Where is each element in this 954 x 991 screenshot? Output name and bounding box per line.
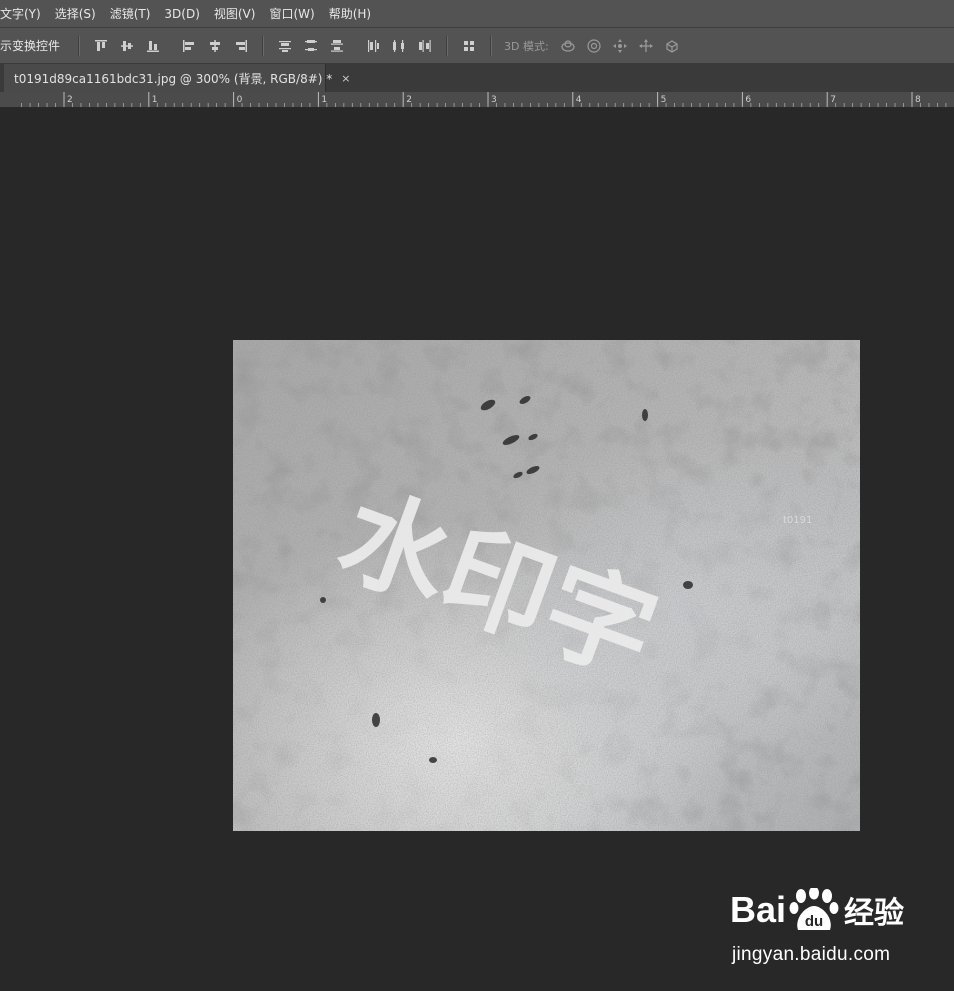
show-transform-controls-label[interactable]: 示变换控件 [0,37,60,54]
baidu-jingyan-text: 经验 [844,897,905,930]
baidu-paw-icon: du [789,888,839,930]
ruler-tick-label: 1 [152,95,158,105]
align-horizontal-centers-icon[interactable] [205,36,225,56]
align-bottom-edges-icon[interactable] [143,36,163,56]
document-image[interactable]: 水印字 t0191 [233,340,860,831]
align-vertical-centers-icon[interactable] [117,36,137,56]
divider [262,35,265,56]
ruler-tick-label: 1 [321,95,327,105]
close-icon[interactable]: × [341,72,350,85]
align-left-edges-icon[interactable] [179,36,199,56]
divider [490,35,493,56]
ruler-tick-label: 3 [491,95,497,105]
distribute-horizontal-centers-icon[interactable] [389,36,409,56]
divider [78,35,81,56]
divider [446,35,449,56]
menu-bar: 文字(Y) 选择(S) 滤镜(T) 3D(D) 视图(V) 窗口(W) 帮助(H… [0,0,954,28]
document-tab[interactable]: t0191d89ca1161bdc31.jpg @ 300% (背景, RGB/… [4,64,350,92]
document-tab-bar: t0191d89ca1161bdc31.jpg @ 300% (背景, RGB/… [0,64,954,92]
slide-3d-icon[interactable] [636,36,656,56]
drag-3d-icon[interactable] [610,36,630,56]
scale-3d-icon[interactable] [662,36,682,56]
ruler-tick-label: 5 [661,95,667,105]
align-top-edges-icon[interactable] [91,36,111,56]
distribute-left-icon[interactable] [363,36,383,56]
distribute-top-icon[interactable] [275,36,295,56]
baidu-logo: Bai du 经验 [730,888,904,932]
baidu-logo-text: Bai [730,889,787,930]
document-tab-title: t0191d89ca1161bdc31.jpg @ 300% (背景, RGB/… [14,71,333,86]
image-corner-label: t0191 [783,515,812,526]
menu-3d[interactable]: 3D(D) [157,7,206,21]
menu-window[interactable]: 窗口(W) [262,5,321,22]
rotate-3d-icon[interactable] [558,36,578,56]
svg-text:du: du [805,913,823,930]
align-right-edges-icon[interactable] [231,36,251,56]
mode-3d-label: 3D 模式: [504,39,549,53]
menu-filter[interactable]: 滤镜(T) [103,5,158,22]
ruler-tick-label: 2 [406,95,412,105]
ruler-ticks: 21012345678 [21,92,947,107]
distribute-bottom-icon[interactable] [327,36,347,56]
distribute-right-icon[interactable] [415,36,435,56]
concrete-texture-image: 水印字 t0191 [233,340,860,831]
menu-view[interactable]: 视图(V) [207,5,263,22]
horizontal-ruler[interactable]: 21012345678 [0,92,954,108]
menu-select[interactable]: 选择(S) [48,5,103,22]
menu-type[interactable]: 文字(Y) [0,5,48,22]
distribute-vertical-centers-icon[interactable] [301,36,321,56]
baidu-jingyan-watermark: Bai du 经验 jingyan.baidu.com [730,888,940,978]
options-bar: 示变换控件 3D 模式: [0,28,954,64]
baidu-url: jingyan.baidu.com [732,944,891,965]
roll-3d-icon[interactable] [584,36,604,56]
ruler-tick-label: 7 [830,95,836,105]
ruler-tick-label: 2 [67,95,73,105]
menu-help[interactable]: 帮助(H) [322,5,378,22]
auto-align-layers-icon[interactable] [459,36,479,56]
